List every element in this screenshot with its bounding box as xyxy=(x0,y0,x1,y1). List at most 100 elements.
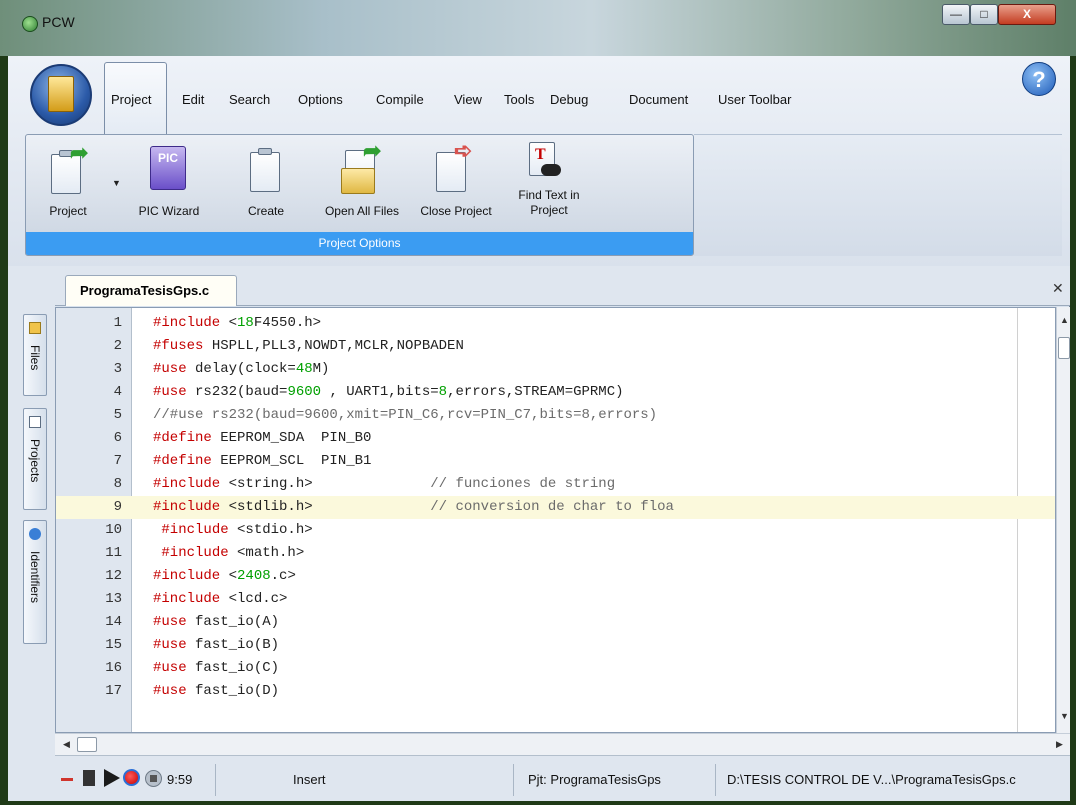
clipboard-clip xyxy=(258,148,272,155)
find-text-label-2: Project xyxy=(530,203,568,217)
tab-debug[interactable]: Debug xyxy=(550,92,588,107)
tab-search[interactable]: Search xyxy=(229,92,270,107)
title-bar xyxy=(0,0,1076,56)
vertical-scroll-thumb[interactable] xyxy=(1058,337,1070,359)
tab-compile[interactable]: Compile xyxy=(376,92,424,107)
code-line[interactable]: 3 #use delay(clock=48M) xyxy=(56,358,1055,381)
scroll-down-icon[interactable]: ▼ xyxy=(1060,711,1069,721)
tab-user-toolbar[interactable]: User Toolbar xyxy=(718,92,791,107)
play-macro-icon[interactable] xyxy=(104,769,120,787)
horizontal-scrollbar[interactable]: ◀ ▶ xyxy=(55,733,1070,755)
chevron-down-icon[interactable]: ▼ xyxy=(112,178,121,188)
file-tab[interactable]: ProgramaTesisGps.c xyxy=(65,275,237,306)
project-status: Pjt: ProgramaTesisGps xyxy=(528,772,661,787)
close-icon[interactable]: ✕ xyxy=(1052,280,1064,297)
stop-macro-icon[interactable] xyxy=(145,770,162,787)
open-folder-icon xyxy=(341,168,375,194)
line-number: 4 xyxy=(113,384,122,400)
code-line[interactable]: 15 #use fast_io(B) xyxy=(56,634,1055,657)
folder-icon xyxy=(48,76,74,112)
pic-wizard-button[interactable]: PIC PIC Wizard xyxy=(128,140,210,228)
code-line[interactable]: 4 #use rs232(baud=9600 , UART1,bits=8,er… xyxy=(56,381,1055,404)
binoculars-icon xyxy=(541,164,561,176)
scroll-up-icon[interactable]: ▲ xyxy=(1060,315,1069,325)
line-number: 3 xyxy=(113,361,122,377)
side-tab-files[interactable]: Files xyxy=(23,314,47,396)
code-line[interactable]: 2 #fuses HSPLL,PLL3,NOWDT,MCLR,NOPBADEN xyxy=(56,335,1055,358)
remove-bookmark-icon[interactable] xyxy=(61,778,73,781)
tab-project[interactable]: Project xyxy=(104,62,167,134)
scroll-right-icon[interactable]: ▶ xyxy=(1056,739,1063,750)
line-number: 6 xyxy=(113,430,122,446)
find-text-label-1: Find Text in xyxy=(518,188,580,202)
side-tab-projects-label: Projects xyxy=(28,439,42,483)
create-button[interactable]: Create xyxy=(238,140,294,228)
tab-options[interactable]: Options xyxy=(298,92,343,107)
wizard-icon: PIC xyxy=(150,146,186,190)
find-text-in-project-button[interactable]: T Find Text in Project xyxy=(505,140,593,228)
line-number: 16 xyxy=(105,660,122,676)
status-separator xyxy=(215,764,216,796)
status-separator xyxy=(715,764,716,796)
code-line[interactable]: 1 #include <18F4550.h> xyxy=(56,312,1055,335)
edit-mode: Insert xyxy=(293,772,326,787)
tab-view[interactable]: View xyxy=(454,92,482,107)
code-line[interactable]: 6 #define EEPROM_SDA PIN_B0 xyxy=(56,427,1055,450)
red-arrow-icon: ➪ xyxy=(454,138,473,163)
cursor-position: 9:59 xyxy=(167,772,193,787)
scroll-left-icon[interactable]: ◀ xyxy=(63,739,70,750)
line-number: 9 xyxy=(113,499,122,515)
open-all-files-label: Open All Files xyxy=(324,204,400,218)
code-line[interactable]: 8 #include <string.h> // funciones de st… xyxy=(56,473,1055,496)
tab-edit[interactable]: Edit xyxy=(182,92,204,107)
side-tab-identifiers-label: Identifiers xyxy=(28,551,42,604)
open-all-files-button[interactable]: ➦ Open All Files xyxy=(311,138,413,228)
line-number: 13 xyxy=(105,591,122,607)
maximize-button[interactable]: □ xyxy=(970,4,998,25)
help-icon[interactable]: ? xyxy=(1022,62,1056,96)
code-line[interactable]: 12 #include <2408.c> xyxy=(56,565,1055,588)
vertical-scrollbar[interactable]: ▲ ▼ xyxy=(1056,307,1070,733)
text-letter-icon: T xyxy=(535,146,546,163)
horizontal-scroll-thumb[interactable] xyxy=(77,737,97,752)
code-line[interactable]: 7 #define EEPROM_SCL PIN_B1 xyxy=(56,450,1055,473)
record-macro-icon[interactable] xyxy=(123,769,140,786)
line-number: 8 xyxy=(113,476,122,492)
ribbon-empty-area xyxy=(694,134,1062,256)
line-number: 7 xyxy=(113,453,122,469)
status-separator xyxy=(513,764,514,796)
identifiers-icon xyxy=(29,528,41,540)
code-line[interactable]: 16 #use fast_io(C) xyxy=(56,657,1055,680)
tab-tools[interactable]: Tools xyxy=(504,92,534,107)
side-tab-projects[interactable]: Projects xyxy=(23,408,47,510)
line-number: 12 xyxy=(105,568,122,584)
create-doc-icon xyxy=(250,152,280,192)
project-button[interactable]: ➦ Project xyxy=(40,140,96,228)
file-path: D:\TESIS CONTROL DE V...\ProgramaTesisGp… xyxy=(727,772,1016,787)
status-bar: 9:59 Insert Pjt: ProgramaTesisGps D:\TES… xyxy=(55,755,1070,801)
window-title: PCW xyxy=(42,14,75,30)
pic-wizard-label: PIC Wizard xyxy=(138,204,200,218)
close-project-button[interactable]: ➪ Close Project xyxy=(410,138,502,228)
ribbon-group-caption: Project Options xyxy=(26,232,693,255)
code-editor[interactable]: 1 #include <18F4550.h> 2 #fuses HSPLL,PL… xyxy=(55,307,1056,733)
code-line[interactable]: 14 #use fast_io(A) xyxy=(56,611,1055,634)
code-line[interactable]: 10 #include <stdio.h> xyxy=(56,519,1055,542)
code-line[interactable]: 11 #include <math.h> xyxy=(56,542,1055,565)
side-tab-files-label: Files xyxy=(28,345,42,371)
code-line[interactable]: 13 #include <lcd.c> xyxy=(56,588,1055,611)
code-line-current[interactable]: 9 #include <stdlib.h> // conversion de c… xyxy=(56,496,1055,519)
app-logo-icon xyxy=(22,16,38,32)
side-tab-identifiers[interactable]: Identifiers xyxy=(23,520,47,644)
code-line[interactable]: 5 //#use rs232(baud=9600,xmit=PIN_C6,rcv… xyxy=(56,404,1055,427)
line-number: 17 xyxy=(105,683,122,699)
line-number: 2 xyxy=(113,338,122,354)
project-button-label: Project xyxy=(49,204,87,218)
minimize-button[interactable]: — xyxy=(942,4,970,25)
tab-document[interactable]: Document xyxy=(629,92,688,107)
bookmark-icon[interactable] xyxy=(83,770,95,786)
close-window-button[interactable]: X xyxy=(998,4,1056,25)
line-number: 11 xyxy=(105,545,122,561)
create-button-label: Create xyxy=(247,204,285,218)
code-line[interactable]: 17 #use fast_io(D) xyxy=(56,680,1055,703)
